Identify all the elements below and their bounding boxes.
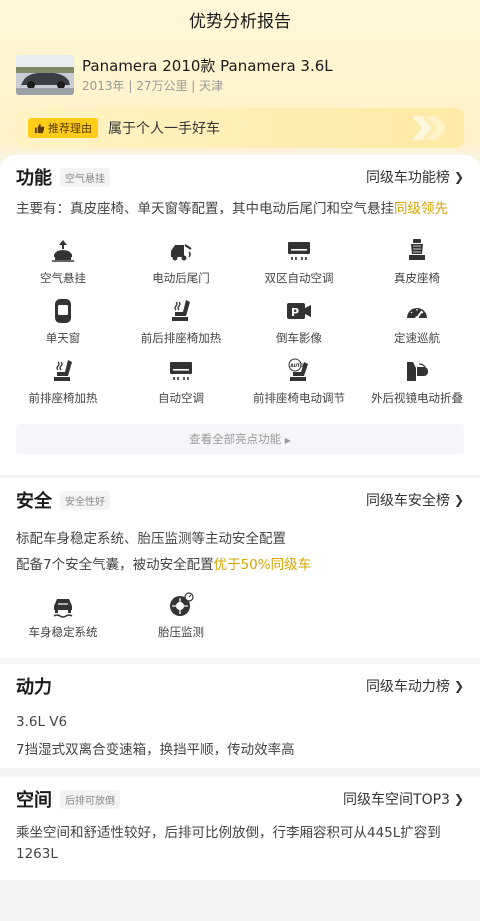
space-rank-link[interactable]: 同级车空间TOP3 ❯	[343, 789, 464, 809]
view-all-label: 查看全部亮点功能	[189, 432, 282, 446]
double-chevron-icon	[412, 116, 446, 140]
leather-seat-icon	[409, 239, 425, 260]
safety-card: 安全 安全性好 同级车安全榜 ❯ 标配车身稳定系统、胎压监测等主动安全配置 配备…	[0, 478, 480, 658]
caret-right-icon: ▶	[284, 436, 291, 445]
safety-line-2-highlight: 优于50%同级车	[213, 557, 312, 573]
feature-label: 电动后尾门	[152, 271, 210, 285]
feature-label: 自动空调	[158, 391, 204, 405]
power-rank-label: 同级车动力榜	[365, 679, 450, 695]
feature-power-seat[interactable]: AUTO 前排座椅电动调节	[240, 358, 358, 418]
function-description: 主要有：真皮座椅、单天窗等配置，其中电动后尾门和空气悬挂同级领先	[0, 199, 480, 220]
safety-tag: 安全性好	[60, 490, 110, 510]
recommend-reason-bar: 推荐理由 属于个人一手好车	[16, 108, 464, 148]
safety-line-2: 配备7个安全气囊，被动安全配置优于50%同级车	[0, 552, 480, 578]
feature-label: 车身稳定系统	[28, 625, 98, 639]
feature-reverse-camera[interactable]: P 倒车影像	[240, 298, 358, 358]
feature-mirror-fold[interactable]: 外后视镜电动折叠	[358, 358, 476, 418]
feature-auto-ac[interactable]: 自动空调	[122, 358, 240, 418]
feature-label: 双区自动空调	[264, 271, 334, 285]
function-tag: 空气悬挂	[60, 167, 110, 187]
feature-label: 空气悬挂	[40, 271, 86, 285]
feature-label: 前排座椅电动调节	[253, 391, 345, 405]
air-suspension-icon	[52, 240, 74, 262]
car-title: Panamera 2010款 Panamera 3.6L	[82, 57, 333, 75]
page-title: 优势分析报告	[189, 12, 291, 32]
feature-label: 前后排座椅加热	[140, 331, 222, 345]
seat-heating-icon	[172, 300, 190, 321]
feature-leather-seat[interactable]: 真皮座椅	[358, 238, 476, 298]
sunroof-icon	[55, 299, 71, 323]
space-card: 空间 后排可放倒 同级车空间TOP3 ❯ 乘坐空间和舒适性较好，后排可比例放倒，…	[0, 777, 480, 880]
function-rank-label: 同级车功能榜	[365, 170, 450, 186]
feature-sunroof[interactable]: 单天窗	[4, 298, 122, 358]
svg-text:P: P	[291, 306, 299, 319]
function-card: 功能 空气悬挂 同级车功能榜 ❯ 主要有：真皮座椅、单天窗等配置，其中电动后尾门…	[0, 155, 480, 475]
stability-control-icon	[53, 599, 73, 618]
feature-dual-zone-ac[interactable]: 双区自动空调	[240, 238, 358, 298]
car-meta: 2013年 | 27万公里 | 天津	[82, 79, 224, 93]
power-tailgate-icon	[171, 244, 192, 261]
power-card: 动力 同级车动力榜 ❯ 3.6L V6 7挡湿式双离合变速箱，换挡平顺，传动效率…	[0, 664, 480, 768]
function-desc-text: 主要有：真皮座椅、单天窗等配置，其中电动后尾门和空气悬挂	[16, 201, 394, 217]
feature-label: 倒车影像	[276, 331, 322, 345]
tire-pressure-icon	[170, 592, 194, 616]
safety-line-1: 标配车身稳定系统、胎压监测等主动安全配置	[16, 531, 286, 547]
engine-spec: 3.6L V6	[16, 714, 68, 730]
feature-seat-heating[interactable]: 前后排座椅加热	[122, 298, 240, 358]
safety-title: 安全	[16, 491, 52, 512]
power-seat-icon: AUTO	[288, 358, 308, 381]
feature-label: 前排座椅加热	[28, 391, 98, 405]
chevron-right-icon: ❯	[453, 493, 464, 507]
safety-rank-label: 同级车安全榜	[365, 493, 450, 509]
feature-label: 定速巡航	[394, 331, 440, 345]
safety-grid: 车身稳定系统 胎压监测	[0, 592, 480, 652]
car-summary[interactable]: Panamera 2010款 Panamera 3.6L 2013年 | 27万…	[0, 44, 480, 98]
mirror-fold-icon	[407, 362, 428, 381]
space-tag: 后排可放倒	[60, 789, 120, 809]
space-title: 空间	[16, 790, 52, 811]
thumbs-up-icon	[34, 123, 45, 133]
function-desc-highlight: 同级领先	[394, 201, 448, 217]
bottom-spacer	[0, 880, 480, 921]
recommend-badge: 推荐理由	[28, 118, 98, 138]
feature-label: 单天窗	[45, 331, 81, 345]
gearbox-spec: 7挡湿式双离合变速箱，换挡平顺，传动效率高	[16, 742, 295, 758]
function-title: 功能	[16, 168, 52, 189]
function-grid: 空气悬挂 电动后尾门 双区自动空调 真皮座椅 单天窗 前后排座椅加热 P 倒车影…	[0, 238, 480, 418]
feature-cruise-control[interactable]: 定速巡航	[358, 298, 476, 358]
space-description: 乘坐空间和舒适性较好，后排可比例放倒，行李厢容积可从445L扩容到1263L	[16, 825, 441, 862]
feature-label: 胎压监测	[158, 625, 204, 639]
cruise-control-icon	[407, 308, 427, 320]
dual-zone-ac-icon	[288, 242, 310, 260]
feature-label: 真皮座椅	[394, 271, 440, 285]
feature-air-suspension[interactable]: 空气悬挂	[4, 238, 122, 298]
chevron-right-icon: ❯	[453, 792, 464, 806]
function-rank-link[interactable]: 同级车功能榜 ❯	[366, 167, 464, 187]
feature-label: 外后视镜电动折叠	[371, 391, 463, 405]
feature-tire-pressure[interactable]: 胎压监测	[122, 592, 240, 652]
auto-ac-icon	[170, 362, 192, 380]
view-all-features-button[interactable]: 查看全部亮点功能 ▶	[16, 424, 464, 454]
safety-line-2-text: 配备7个安全气囊，被动安全配置	[16, 557, 214, 573]
chevron-right-icon: ❯	[453, 170, 464, 184]
feature-stability-control[interactable]: 车身稳定系统	[4, 592, 122, 652]
reverse-camera-icon: P	[287, 303, 311, 319]
safety-rank-link[interactable]: 同级车安全榜 ❯	[366, 490, 464, 510]
recommend-badge-label: 推荐理由	[48, 122, 92, 135]
power-rank-link[interactable]: 同级车动力榜 ❯	[366, 676, 464, 696]
svg-text:AUTO: AUTO	[290, 363, 304, 369]
power-title: 动力	[16, 677, 52, 698]
chevron-right-icon: ❯	[453, 679, 464, 693]
feature-front-seat-heating[interactable]: 前排座椅加热	[4, 358, 122, 418]
recommend-reason-text: 属于个人一手好车	[108, 121, 220, 137]
car-thumbnail[interactable]	[16, 55, 74, 95]
space-rank-label: 同级车空间TOP3	[343, 792, 450, 808]
front-seat-heating-icon	[54, 360, 72, 381]
feature-power-tailgate[interactable]: 电动后尾门	[122, 238, 240, 298]
